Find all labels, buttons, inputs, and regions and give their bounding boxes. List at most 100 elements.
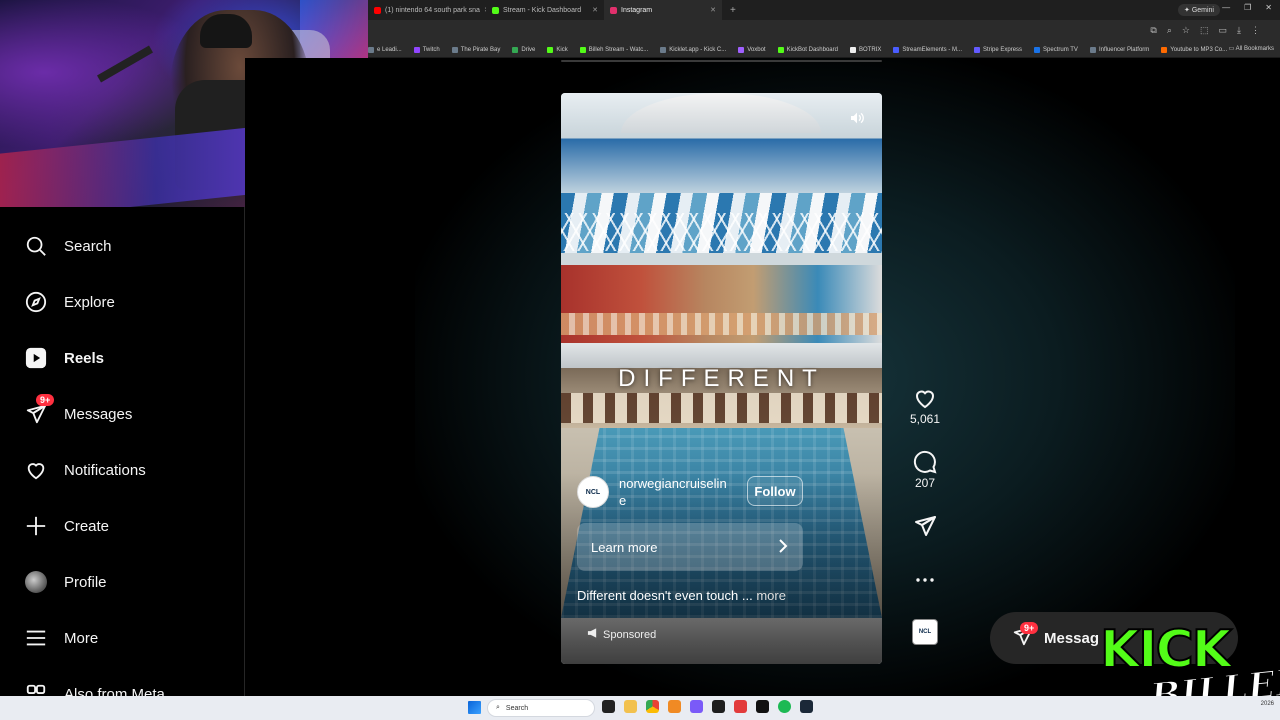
gemini-button[interactable]: ✦ Gemini — [1178, 4, 1220, 16]
comment-button[interactable]: 207 — [907, 450, 943, 490]
like-button[interactable]: 5,061 — [907, 386, 943, 426]
bookmark-label: The Pirate Bay — [460, 46, 501, 53]
bookmark-icon — [1034, 46, 1041, 53]
audio-thumbnail[interactable]: NCL — [912, 619, 938, 645]
minimize-icon[interactable]: — — [1222, 3, 1230, 12]
bookmark-label: Twitch — [422, 46, 440, 53]
all-bookmarks-button[interactable]: ▭ All Bookmarks — [1229, 45, 1274, 52]
bookmark[interactable]: The Pirate Bay — [451, 46, 501, 53]
kick-icon — [492, 6, 499, 14]
app-icon[interactable] — [734, 700, 747, 713]
youtube-icon — [374, 6, 381, 14]
bookmark-label: KickBot Dashboard — [786, 46, 838, 53]
address-bar-row: ⧉ ⌕ ☆ ⬚ ▭ ⤓ ⋮ — [368, 20, 1280, 42]
bookmark[interactable]: KickBot Dashboard — [777, 46, 838, 53]
sidebar-item-explore[interactable]: Explore — [24, 287, 115, 317]
bookmark[interactable]: Voxbot — [738, 46, 766, 53]
sidebar-item-profile[interactable]: Profile — [24, 567, 107, 597]
app-icon[interactable] — [668, 700, 681, 713]
chevron-right-icon — [777, 538, 789, 556]
bookmark[interactable]: Billeh Stream - Watc... — [579, 46, 648, 53]
share-button[interactable] — [907, 514, 943, 538]
deck-railing — [561, 213, 882, 251]
avatar — [24, 570, 48, 594]
spotify-icon[interactable] — [778, 700, 791, 713]
download-icon[interactable]: ⤓ — [1237, 25, 1241, 36]
caption-more-link[interactable]: more — [756, 588, 786, 603]
kebab-menu-icon[interactable]: ⋮ — [1251, 25, 1260, 36]
obs-icon[interactable] — [756, 700, 769, 713]
task-view-icon[interactable] — [602, 700, 615, 713]
sidebar-item-reels[interactable]: Reels — [24, 343, 104, 373]
steam-icon[interactable] — [800, 700, 813, 713]
bookmark[interactable]: BOTRIX — [849, 46, 882, 53]
reels-feed: DIFFERENT NCL norwegiancruiseline Follow… — [245, 58, 1280, 696]
reel-account[interactable]: NCL norwegiancruiseline — [577, 475, 729, 509]
streamer-hat — [200, 14, 252, 48]
extensions-icon[interactable]: ⬚ — [1200, 25, 1209, 36]
bookmark[interactable]: Kick — [547, 46, 568, 53]
bookmark-label: Drive — [521, 46, 536, 53]
bookmark[interactable]: StreamElements - M... — [893, 46, 962, 53]
bookmark[interactable]: Drive — [512, 46, 536, 53]
share-icon — [915, 516, 936, 536]
megaphone-icon — [587, 628, 598, 641]
file-explorer-icon[interactable] — [624, 700, 637, 713]
star-icon[interactable]: ☆ — [1182, 25, 1190, 36]
windows-start-icon[interactable] — [468, 701, 481, 714]
discord-icon[interactable] — [690, 700, 703, 713]
sidebar-item-notifications[interactable]: Notifications — [24, 455, 146, 485]
sidebar-item-create[interactable]: Create — [24, 511, 109, 541]
learn-more-button[interactable]: Learn more — [577, 523, 803, 571]
tab-youtube[interactable]: (1) nintendo 64 south park sna ✕ — [368, 0, 486, 20]
heart-icon — [24, 458, 48, 482]
bookmark-icon — [738, 46, 745, 53]
reel-video[interactable]: DIFFERENT NCL norwegiancruiseline Follow… — [561, 93, 882, 664]
comment-icon — [913, 450, 937, 474]
keyboard-desk — [0, 126, 260, 207]
search-icon — [24, 234, 48, 258]
bookmark[interactable]: Spectrum TV — [1034, 46, 1078, 53]
follow-button[interactable]: Follow — [747, 476, 803, 506]
speaker-icon[interactable] — [846, 107, 868, 129]
new-tab-button[interactable]: + — [722, 5, 744, 16]
bookmark-label: e Leadi... — [377, 46, 402, 53]
bookmark[interactable]: Kicklet.app - Kick C... — [660, 46, 726, 53]
bookmark-icon — [660, 46, 667, 53]
bookmark[interactable]: Youtube to MP3 Co... — [1161, 46, 1227, 53]
sidebar-item-messages[interactable]: 9+ Messages — [24, 394, 132, 429]
taskbar-search[interactable]: ⌕ Search — [487, 699, 595, 717]
install-icon[interactable]: ⧉ — [1150, 25, 1156, 36]
bookmark-icon — [893, 46, 900, 53]
close-icon[interactable]: ✕ — [592, 6, 598, 14]
close-window-icon[interactable]: ✕ — [1265, 3, 1272, 12]
zoom-icon[interactable]: ⌕ — [1167, 25, 1172, 36]
sidebar-item-more[interactable]: More — [24, 623, 98, 653]
reel-caption[interactable]: Different doesn't even touch ... more — [577, 588, 786, 603]
tab-instagram[interactable]: Instagram ✕ — [604, 0, 722, 20]
more-options-button[interactable] — [907, 568, 943, 592]
bookmark-label: BOTRIX — [858, 46, 882, 53]
sidepanel-icon[interactable]: ▭ — [1219, 25, 1228, 36]
system-tray: 2026 — [1261, 700, 1274, 708]
account-name[interactable]: norwegiancruiseline — [619, 475, 729, 509]
bookmark[interactable]: Stripe Express — [974, 46, 1022, 53]
taskbar-apps — [602, 700, 813, 713]
tab-label: Stream - Kick Dashboard — [503, 6, 582, 14]
instagram-sidebar: Search Explore Reels 9+ Messages Notific… — [0, 207, 245, 703]
ship-deck-top — [561, 93, 882, 193]
instagram-icon — [610, 6, 617, 14]
tab-label: Instagram — [621, 6, 653, 14]
restore-icon[interactable]: ❐ — [1244, 3, 1251, 12]
sidebar-item-search[interactable]: Search — [24, 231, 112, 261]
close-icon[interactable]: ✕ — [710, 6, 716, 14]
messenger-icon: 9+ — [24, 394, 55, 426]
like-count: 5,061 — [909, 412, 941, 426]
chrome-icon[interactable] — [646, 700, 659, 713]
bookmark-icon — [368, 46, 374, 53]
bookmark[interactable]: Twitch — [413, 46, 440, 53]
terminal-icon[interactable] — [712, 700, 725, 713]
bookmark[interactable]: Influencer Platform — [1089, 46, 1149, 53]
tab-kick-dashboard[interactable]: Stream - Kick Dashboard ✕ — [486, 0, 604, 20]
bookmark[interactable]: e Leadi... — [368, 46, 402, 53]
